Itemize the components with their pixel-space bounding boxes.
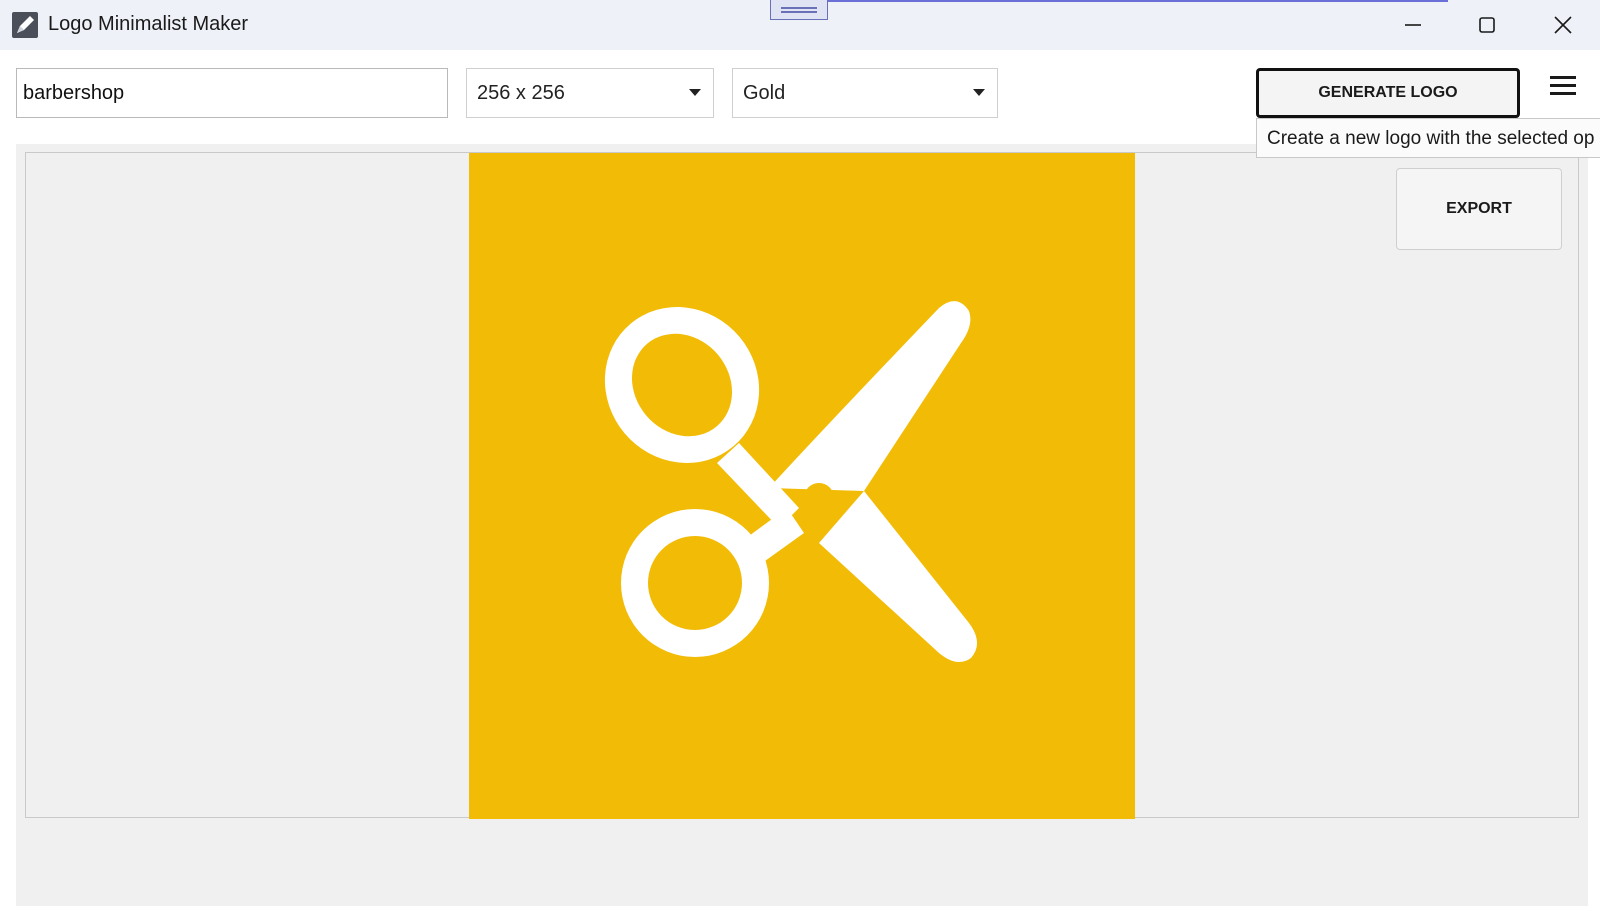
color-select-value: Gold: [743, 82, 786, 104]
scissors-icon: [604, 301, 978, 662]
app-pen-icon: [12, 12, 38, 38]
generate-tooltip: Create a new logo with the selected op: [1256, 118, 1600, 158]
title-bar[interactable]: Logo Minimalist Maker: [0, 0, 1600, 50]
keyword-input[interactable]: [16, 68, 448, 118]
close-icon: [1554, 16, 1572, 34]
maximize-button[interactable]: [1450, 0, 1524, 50]
chevron-down-icon: [973, 89, 985, 96]
title-accent-line: [828, 0, 1448, 2]
app-window: Logo Minimalist Maker 256 x 256 Gol: [0, 0, 1600, 918]
hamburger-menu-icon[interactable]: [1546, 70, 1580, 104]
export-button[interactable]: EXPORT: [1396, 168, 1562, 250]
close-button[interactable]: [1526, 0, 1600, 50]
minimize-button[interactable]: [1376, 0, 1450, 50]
logo-preview: [469, 153, 1135, 819]
color-select[interactable]: Gold: [732, 68, 998, 118]
drag-handle[interactable]: [770, 0, 828, 20]
window-title: Logo Minimalist Maker: [48, 13, 249, 35]
maximize-icon: [1479, 17, 1495, 33]
generate-logo-button[interactable]: GENERATE LOGO: [1256, 68, 1520, 118]
chevron-down-icon: [689, 89, 701, 96]
size-select-value: 256 x 256: [477, 82, 565, 104]
minimize-icon: [1405, 24, 1421, 26]
size-select[interactable]: 256 x 256: [466, 68, 714, 118]
